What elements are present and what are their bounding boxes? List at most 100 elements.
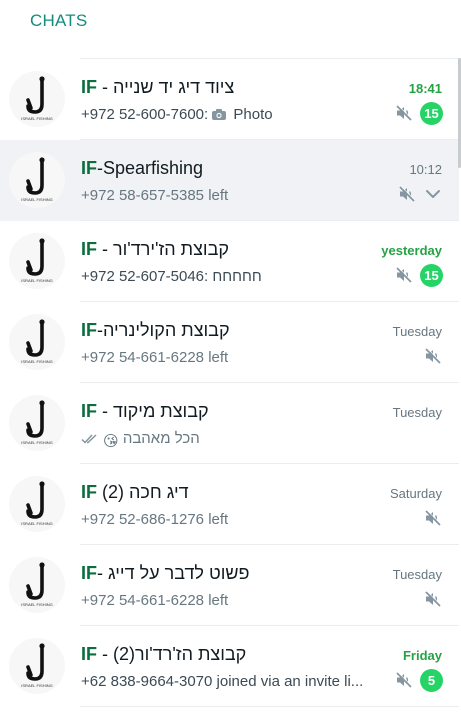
chat-title-sep: - — [97, 77, 108, 97]
chat-time: Tuesday — [392, 567, 442, 582]
chat-preview: 😘 הכל מאהבה — [81, 430, 381, 450]
chat-row[interactable]: ISRAEL FISHING IF- פשוט לדבר על דייג Tuesd… — [0, 545, 459, 626]
chat-title: IF-קבוצת הקולינריה — [81, 320, 371, 341]
svg-text:ISRAEL FISHING: ISRAEL FISHING — [21, 683, 52, 688]
chat-brand: IF — [81, 239, 97, 259]
chat-meta — [423, 506, 443, 530]
group-avatar[interactable]: ISRAEL FISHING — [9, 395, 65, 451]
chat-row[interactable]: ISRAEL FISHING IF - ציוד דיג יד שנייה 18:4… — [0, 59, 459, 140]
chat-time: Tuesday — [392, 324, 442, 339]
chat-time: Tuesday — [392, 405, 442, 420]
chat-time: Saturday — [389, 486, 442, 501]
chat-title-sep: - — [97, 644, 113, 664]
chat-brand: IF — [81, 482, 97, 502]
group-avatar[interactable]: ISRAEL FISHING — [9, 314, 65, 370]
chat-preview: +972 58-657-5385 left — [81, 187, 381, 204]
muted-icon — [394, 103, 414, 123]
chat-meta: 5 — [394, 668, 443, 692]
chat-time: yesterday — [381, 243, 442, 258]
chat-brand: IF — [81, 563, 97, 583]
svg-text:ISRAEL FISHING: ISRAEL FISHING — [21, 278, 52, 283]
chat-row[interactable]: ISRAEL FISHING IF-קבוצת הקולינריה Tuesday +… — [0, 302, 459, 383]
chat-name: דיג חכה — [129, 482, 189, 502]
chat-preview-prefix: +972 54-661-6228 left — [81, 349, 229, 366]
chat-name: פשוט לדבר על דייג — [108, 563, 250, 583]
chat-preview-text: Photo — [233, 106, 273, 123]
muted-icon — [394, 670, 414, 690]
chat-preview-prefix: +972 52-607-5046: — [81, 268, 209, 285]
unread-badge: 15 — [420, 101, 443, 125]
chat-time: 10:12 — [409, 162, 442, 177]
chat-row[interactable]: ISRAEL FISHING IF - קבוצת מיקוד Tuesday 😘 ה… — [0, 383, 459, 464]
group-avatar[interactable]: ISRAEL FISHING — [9, 71, 65, 127]
chat-title: IF - קבוצת הז'רד'ור(2) — [81, 644, 371, 665]
chat-title: IF - קבוצת מיקוד — [81, 401, 371, 422]
chat-preview: +972 54-661-6228 left — [81, 349, 381, 366]
chat-time: Friday — [402, 648, 442, 663]
svg-text:ISRAEL FISHING: ISRAEL FISHING — [21, 359, 52, 364]
chat-meta: 15 — [394, 263, 443, 287]
chat-row[interactable]: ISRAEL FISHING IF - קבוצת הז'רד'ור(2) Frid… — [0, 626, 459, 707]
chat-preview-prefix: +62 838-9664-3070 joined via an invite l… — [81, 673, 364, 690]
svg-text:ISRAEL FISHING: ISRAEL FISHING — [21, 116, 52, 121]
chat-meta — [397, 182, 443, 206]
chat-title: IF- פשוט לדבר על דייג — [81, 563, 371, 584]
chat-title: IF - קבוצת הז'ירד'ור — [81, 239, 371, 260]
svg-text:ISRAEL FISHING: ISRAEL FISHING — [21, 197, 52, 202]
group-avatar[interactable]: ISRAEL FISHING — [9, 476, 65, 532]
chat-preview: +972 52-686-1276 left — [81, 511, 381, 528]
double-check-icon — [81, 430, 103, 447]
chat-row[interactable]: ISRAEL FISHING IF (2) דיג חכה Saturday +972… — [0, 464, 459, 545]
chat-preview-prefix: +972 54-661-6228 left — [81, 592, 229, 609]
kiss-emoji-icon: 😘 — [103, 433, 119, 450]
chat-brand: IF — [81, 401, 97, 421]
chat-preview: +972 52-600-7600: Photo — [81, 106, 381, 123]
chat-row[interactable]: ISRAEL FISHING IF - קבוצת הז'ירד'ור yester… — [0, 221, 459, 302]
chat-name: קבוצת הקולינריה — [103, 320, 230, 340]
svg-text:ISRAEL FISHING: ISRAEL FISHING — [21, 602, 52, 607]
group-avatar[interactable]: ISRAEL FISHING — [9, 233, 65, 289]
muted-icon — [397, 184, 417, 204]
chat-brand: IF — [81, 158, 97, 178]
chat-preview: +972 54-661-6228 left — [81, 592, 381, 609]
chat-name: קבוצת מיקוד — [113, 401, 209, 421]
chats-title: CHATS — [30, 11, 88, 30]
svg-text:ISRAEL FISHING: ISRAEL FISHING — [21, 521, 52, 526]
chat-row[interactable]: ISRAEL FISHING IF-Spearfishing 10:12 +972 5… — [0, 140, 459, 221]
svg-text:ISRAEL FISHING: ISRAEL FISHING — [21, 440, 52, 445]
chat-meta — [423, 587, 443, 611]
chats-header: CHATS — [0, 0, 461, 58]
chat-title-sep: (2) — [97, 482, 130, 502]
chat-preview-prefix: +972 52-600-7600: — [81, 106, 209, 123]
group-avatar[interactable]: ISRAEL FISHING — [9, 557, 65, 613]
group-avatar[interactable]: ISRAEL FISHING — [9, 152, 65, 208]
chat-name: Spearfishing — [103, 158, 204, 178]
chat-preview-prefix: +972 52-686-1276 left — [81, 511, 229, 528]
muted-icon — [423, 589, 443, 609]
chat-preview-text: חחחחח — [212, 268, 262, 285]
chat-preview-prefix: +972 58-657-5385 left — [81, 187, 229, 204]
chat-brand: IF — [81, 644, 97, 664]
chat-title-sep: - — [97, 563, 108, 583]
chat-list: ISRAEL FISHING IF - ציוד דיג יד שנייה 18:4… — [0, 59, 459, 707]
chevron-down-icon[interactable] — [423, 184, 443, 204]
unread-badge: 5 — [420, 668, 443, 692]
chat-title: IF-Spearfishing — [81, 158, 371, 179]
chat-meta — [423, 344, 443, 368]
muted-icon — [423, 346, 443, 366]
chat-brand: IF — [81, 320, 97, 340]
chat-title-sep: - — [97, 239, 108, 259]
chat-meta: 15 — [394, 101, 443, 125]
chat-title: IF (2) דיג חכה — [81, 482, 371, 503]
chat-name: קבוצת הז'ירד'ור — [113, 239, 229, 259]
chat-title: IF - ציוד דיג יד שנייה — [81, 77, 371, 98]
muted-icon — [423, 508, 443, 528]
chat-name: קבוצת הז'רד'ור(2) — [113, 644, 247, 664]
chat-preview: +972 52-607-5046: חחחחח — [81, 268, 381, 285]
chat-preview: +62 838-9664-3070 joined via an invite l… — [81, 673, 381, 690]
group-avatar[interactable]: ISRAEL FISHING — [9, 638, 65, 694]
unread-badge: 15 — [420, 263, 443, 287]
chat-title-sep: - — [97, 401, 113, 421]
chat-preview-text: הכל מאהבה — [122, 430, 200, 447]
chat-name: ציוד דיג יד שנייה — [113, 77, 235, 97]
